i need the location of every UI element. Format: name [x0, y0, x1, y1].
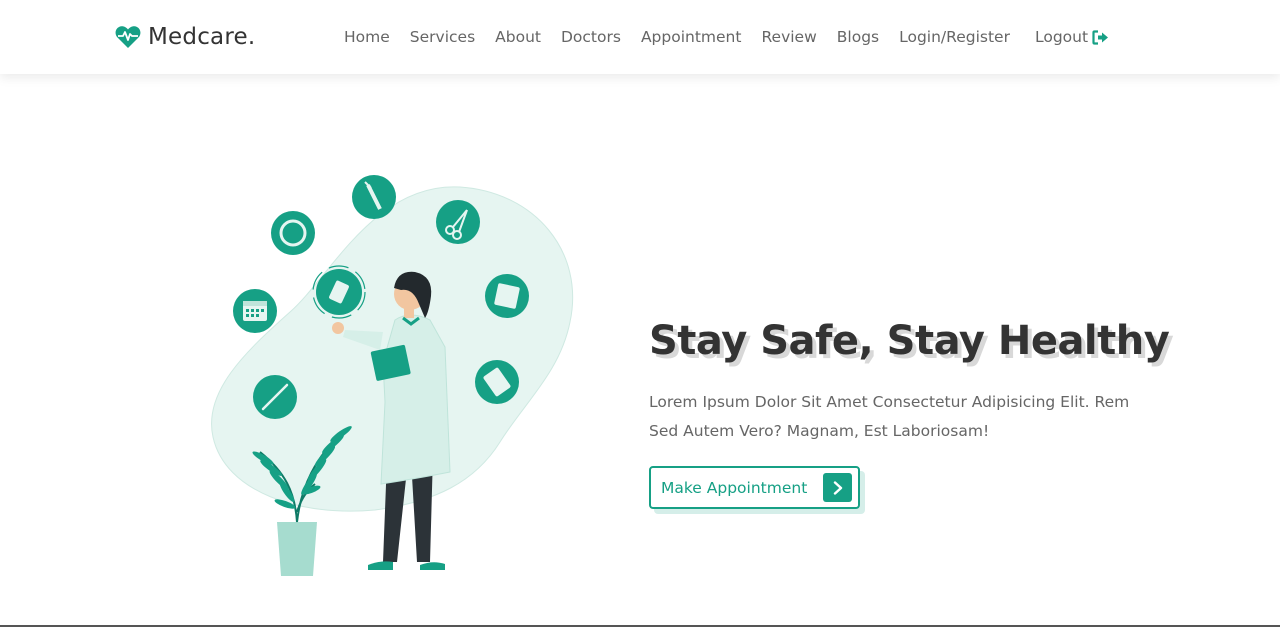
logout-label: Logout [1034, 28, 1089, 46]
sign-out-icon [1092, 29, 1109, 45]
nav-review[interactable]: Review [761, 27, 816, 47]
nav-blogs[interactable]: Blogs [837, 27, 879, 47]
hero-paragraph: Lorem Ipsum Dolor Sit Amet Consectetur A… [649, 393, 1130, 440]
nav-services[interactable]: Services [410, 27, 475, 47]
doctor-illustration [205, 172, 585, 582]
scissors-circle [436, 200, 480, 244]
main-nav: Home Services About Doctors Appointment … [344, 27, 1109, 47]
nav-logout[interactable]: Logout [1035, 27, 1109, 47]
make-appointment-label: Make Appointment [661, 478, 808, 497]
pill-box-circle [485, 274, 529, 318]
blister-pack-circle [475, 360, 519, 404]
nav-home[interactable]: Home [344, 27, 390, 47]
chevron-right-icon [823, 473, 852, 502]
heart-pulse-icon [115, 26, 141, 48]
brand-name: Medcare. [148, 24, 256, 50]
ring-circle [271, 211, 315, 255]
hero-section: Stay Safe, Stay Healthy Lorem Ipsum Dolo… [649, 312, 1209, 509]
nav-appointment[interactable]: Appointment [641, 27, 742, 47]
nav-doctors[interactable]: Doctors [561, 27, 621, 47]
hero-title: Stay Safe, Stay Healthy [649, 318, 1170, 364]
syringe-circle [352, 175, 396, 219]
thermometer-circle [253, 375, 297, 419]
nav-about[interactable]: About [495, 27, 541, 47]
brand-logo[interactable]: Medcare. [115, 22, 255, 52]
nav-login-register[interactable]: Login/Register [899, 27, 1010, 47]
site-header: Medcare. Home Services About Doctors App… [0, 0, 1280, 74]
calendar-circle [233, 289, 277, 333]
make-appointment-button[interactable]: Make Appointment [649, 466, 860, 509]
